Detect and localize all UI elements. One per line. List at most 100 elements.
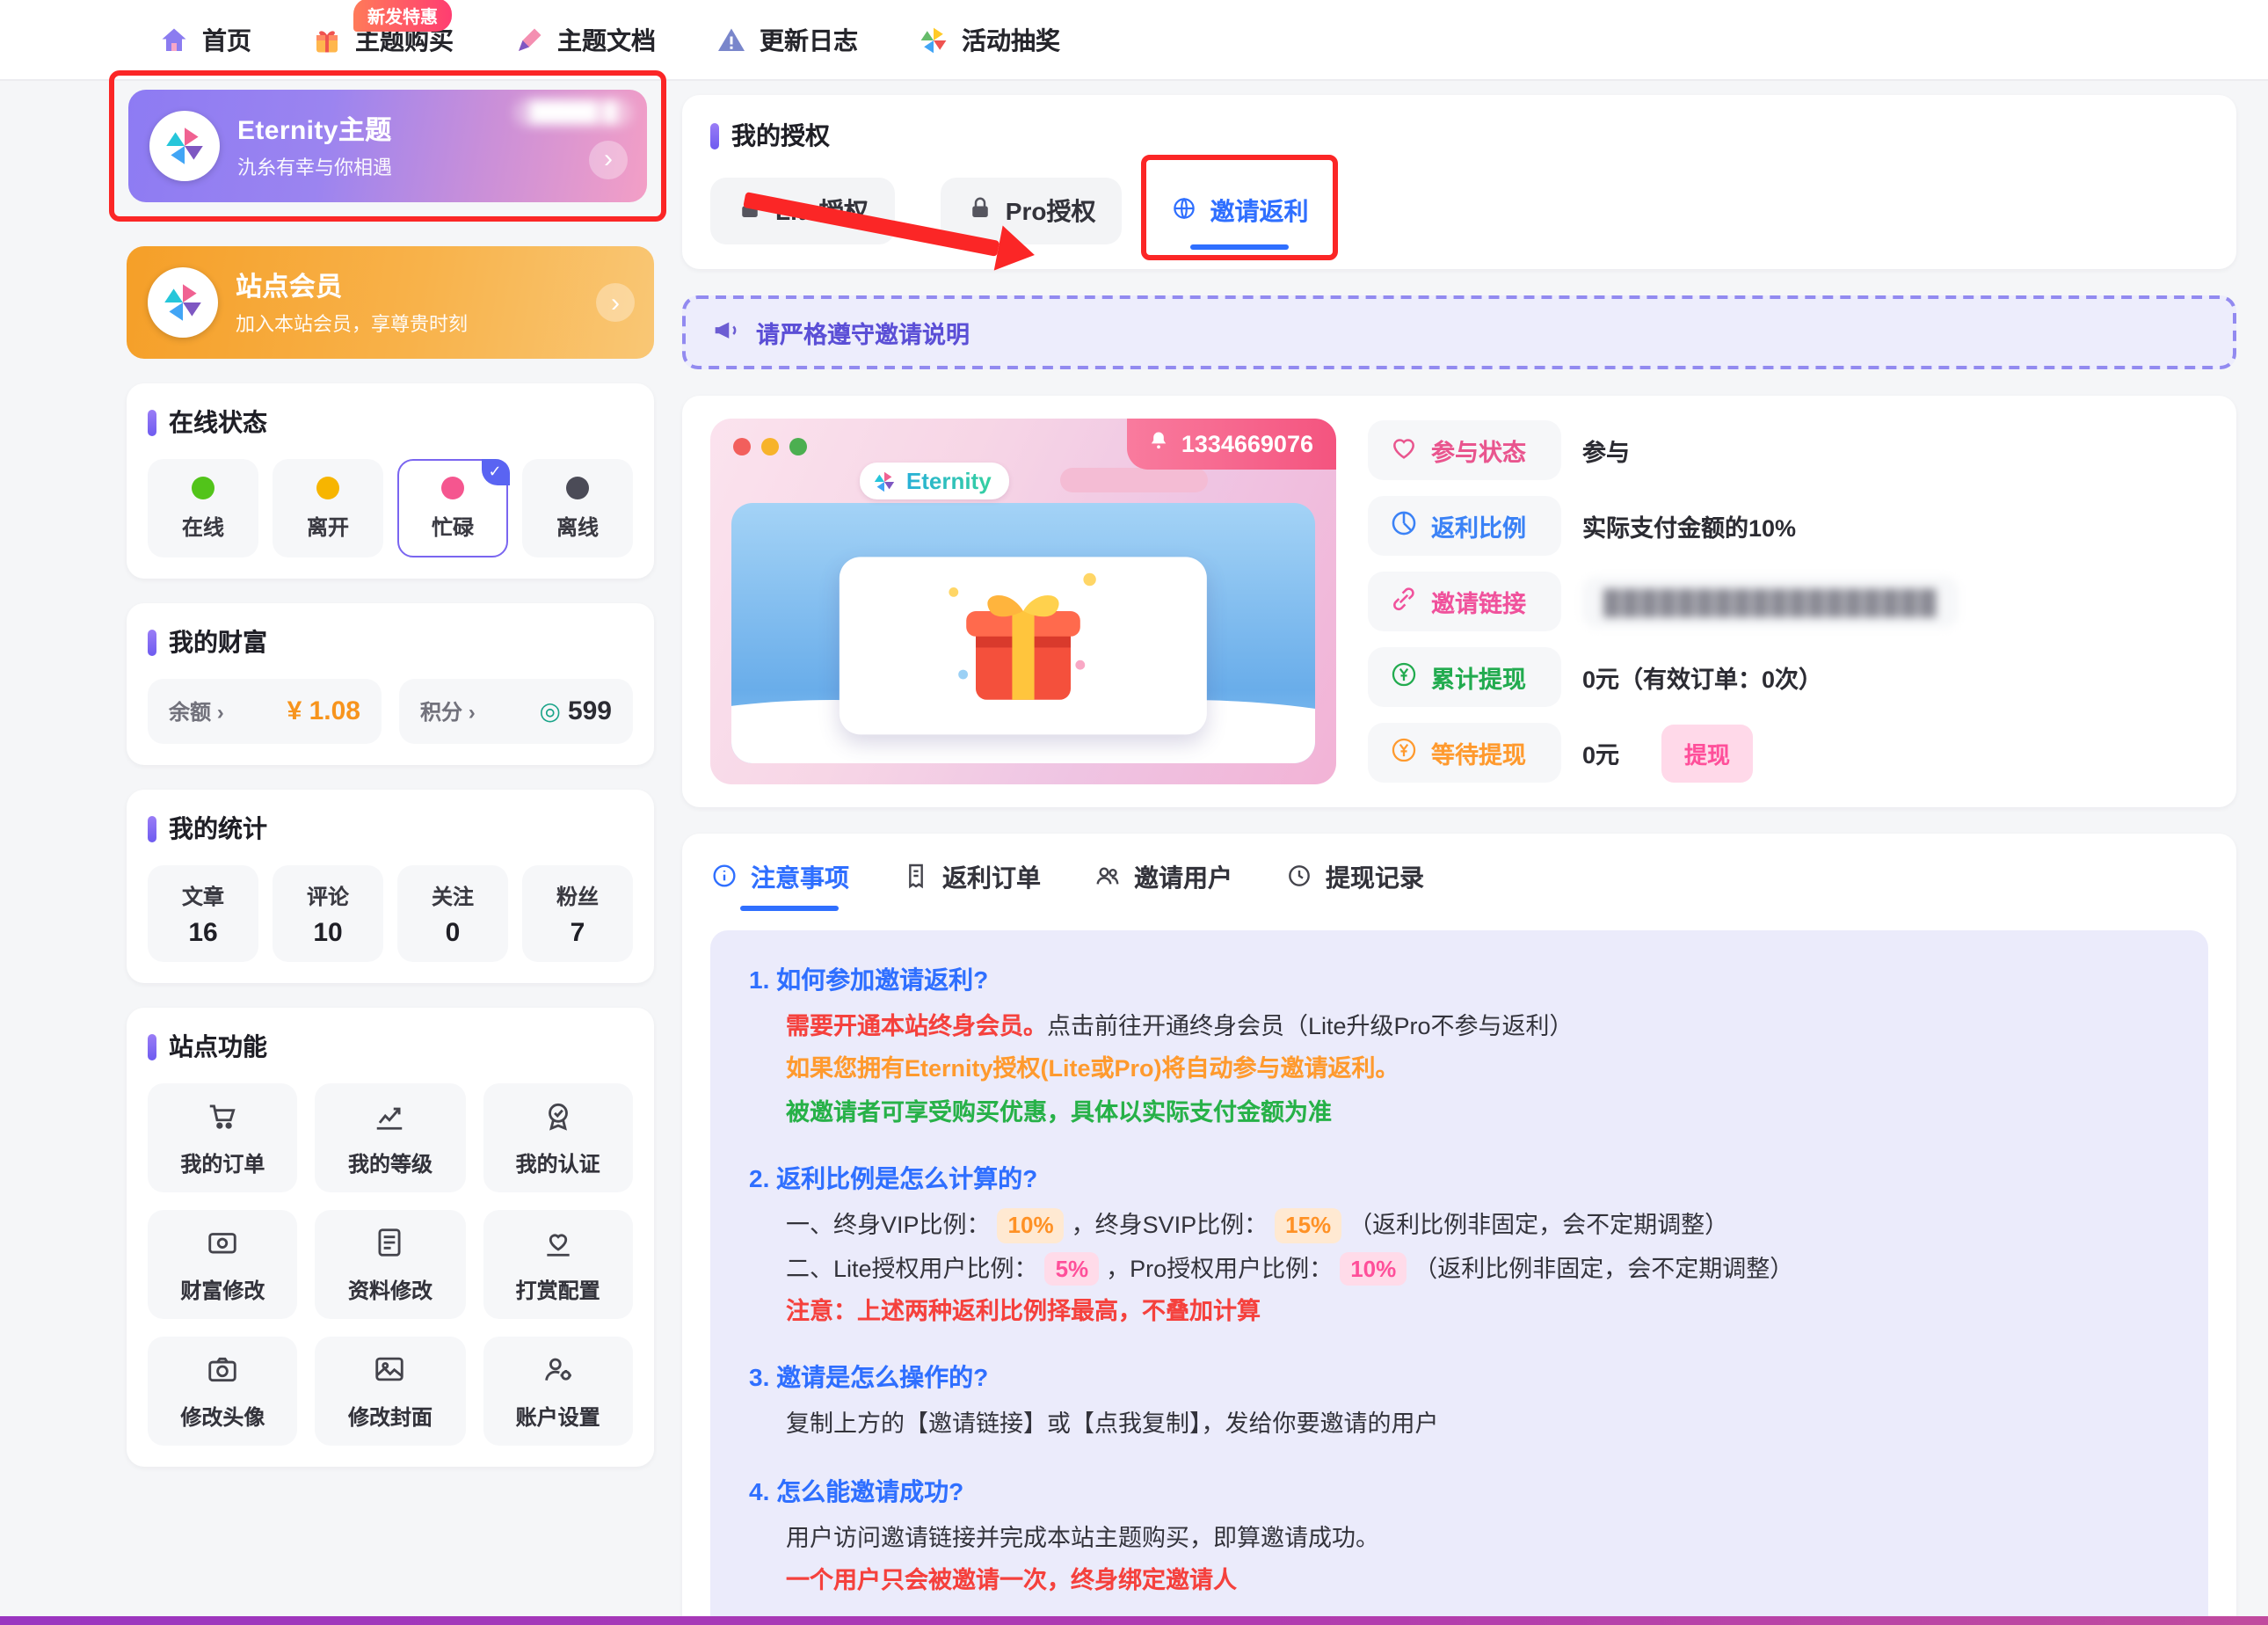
tab-lite-license[interactable]: Lite授权 (710, 178, 895, 244)
main-column: 我的授权 Lite授权 Pro授权 邀请返利 (682, 95, 2236, 1625)
eternity-wordmark: Eternity (861, 463, 1009, 499)
link-icon (1389, 584, 1419, 619)
tab-rebate-orders[interactable]: 返利订单 (902, 860, 1041, 913)
lock-icon (737, 195, 763, 227)
func-change-avatar[interactable]: 修改头像 (148, 1337, 298, 1446)
invite-detail-card: 注意事项 返利订单 邀请用户 提现记录 (682, 834, 2236, 1625)
image-icon (374, 1352, 407, 1390)
qq-contact-badge[interactable]: 1334669076 (1127, 419, 1336, 470)
status-option-busy-selected[interactable]: ✓ 忙碌 (397, 459, 508, 557)
points-value: ◎ 599 (540, 696, 613, 726)
nav-item-theme-docs[interactable]: 主题文档 (513, 22, 656, 57)
func-change-cover[interactable]: 修改封面 (316, 1337, 466, 1446)
tab-invited-users[interactable]: 邀请用户 (1094, 860, 1232, 913)
sidebar: Eternity主题 氿糸有幸与你相遇 █████ █ › 站点会员 加入本站会… (127, 95, 654, 1467)
tab-notes-active[interactable]: 注意事项 (710, 860, 849, 913)
status-option-offline[interactable]: 离线 (522, 459, 633, 557)
nav-label: 首页 (202, 22, 251, 57)
heart-icon (1389, 433, 1419, 468)
balance-box[interactable]: 余额 › ¥ 1.08 (148, 679, 382, 744)
participation-status-value: 参与 (1582, 420, 1651, 480)
rebate-ratio-value: 实际支付金额的10% (1582, 496, 1817, 556)
status-option-away[interactable]: 离开 (273, 459, 383, 557)
func-my-orders[interactable]: 我的订单 (148, 1083, 298, 1192)
faq-answer-line: 用户访问邀请链接并完成本站主题购买，即算邀请成功。 (786, 1518, 2170, 1561)
stat-posts[interactable]: 文章 16 (148, 865, 258, 962)
invite-info-card: 1334669076 Eternity (682, 396, 2236, 807)
stat-followers[interactable]: 粉丝 7 (522, 865, 633, 962)
functions-panel: 站点功能 我的订单 我的等级 我的认证 (127, 1008, 654, 1467)
nav-item-lottery[interactable]: 活动抽奖 (918, 22, 1060, 57)
invite-detail-rows: 参与状态 参与 返利比例 实际支付金额的10% (1368, 419, 2208, 784)
faq-answer-line: 一个用户只会被邀请一次，终身绑定邀请人 (786, 1560, 2170, 1603)
balance-label: 余额 › (169, 696, 224, 726)
nav-item-theme-buy[interactable]: 新发特惠 主题购买 (311, 22, 454, 57)
faq-answer-line: 二、Lite授权用户比例：5%，Pro授权用户比例：10%（返利比例非固定，会不… (786, 1248, 2170, 1291)
chevron-right-icon[interactable]: › (596, 283, 635, 322)
banknote-icon (206, 1225, 239, 1264)
points-box[interactable]: 积分 › ◎ 599 (399, 679, 633, 744)
invite-notice-banner[interactable]: 请严格遵守邀请说明 (682, 295, 2236, 369)
status-dot-gray (566, 477, 589, 499)
title-marker (148, 815, 156, 842)
stat-comments[interactable]: 评论 10 (273, 865, 383, 962)
row-rebate-ratio: 返利比例 实际支付金额的10% (1368, 496, 2208, 556)
eternity-logo-icon (149, 111, 220, 181)
page: 首页 新发特惠 主题购买 主题文档 更新日志 活动抽奖 (0, 0, 2268, 1625)
online-status-panel: 在线状态 在线 离开 ✓ 忙碌 (127, 383, 654, 579)
ratio-badge: 5% (1045, 1251, 1100, 1286)
member-card-subtitle: 加入本站会员，享尊贵时刻 (236, 310, 468, 338)
panel-title: 在线状态 (148, 404, 633, 440)
yen-circle-icon (1389, 735, 1419, 770)
status-option-online[interactable]: 在线 (148, 459, 258, 557)
func-profile-edit[interactable]: 资料修改 (316, 1210, 466, 1319)
ratio-badge: 10% (1340, 1251, 1407, 1286)
faq-answer-line: 需要开通本站终身会员。点击前往开通终身会员（Lite升级Pro不参与返利） (786, 1006, 2170, 1049)
func-wealth-edit[interactable]: 财富修改 (148, 1210, 298, 1319)
nav-item-changelog[interactable]: 更新日志 (716, 22, 858, 57)
pending-withdrawal-value: 0元 (1582, 723, 1640, 783)
title-marker (148, 409, 156, 435)
theme-card[interactable]: Eternity主题 氿糸有幸与你相遇 █████ █ › (128, 90, 647, 202)
title-marker (710, 122, 719, 149)
status-dot-green (192, 477, 214, 499)
home-icon (158, 24, 190, 55)
row-total-withdrawn: 累计提现 0元（有效订单：0次） (1368, 647, 2208, 707)
badge-check-icon (542, 1098, 575, 1137)
user-gear-icon (542, 1352, 575, 1390)
func-reward-config[interactable]: 打赏配置 (483, 1210, 633, 1319)
func-account-settings[interactable]: 账户设置 (483, 1337, 633, 1446)
theme-card-title: Eternity主题 (237, 111, 392, 148)
tab-pro-license[interactable]: Pro授权 (941, 178, 1123, 244)
ratio-badge: 10% (998, 1209, 1065, 1243)
eternity-logo-icon (148, 267, 218, 338)
stat-following[interactable]: 关注 0 (397, 865, 508, 962)
faq-item-4: 4. 怎么能邀请成功? 用户访问邀请链接并完成本站主题购买，即算邀请成功。 一个… (749, 1469, 2170, 1603)
pending-withdrawal-label: 等待提现 (1368, 723, 1561, 783)
member-card[interactable]: 站点会员 加入本站会员，享尊贵时刻 › (127, 246, 654, 359)
pie-chart-icon (1389, 508, 1419, 543)
faq-answer-line: 复制上方的【邀请链接】或【点我复制】，发给你要邀请的用户 (786, 1404, 2170, 1447)
nav-item-home[interactable]: 首页 (158, 22, 251, 57)
tab-withdraw-history[interactable]: 提现记录 (1285, 860, 1424, 913)
title-marker (148, 1033, 156, 1060)
withdraw-button[interactable]: 提现 (1661, 724, 1753, 782)
nav-label: 主题文档 (557, 22, 656, 57)
chevron-right-icon[interactable]: › (589, 140, 628, 179)
func-my-verification[interactable]: 我的认证 (483, 1083, 633, 1192)
new-sale-badge: 新发特惠 (353, 0, 452, 31)
rebate-ratio-label: 返利比例 (1368, 496, 1561, 556)
history-clock-icon (1285, 861, 1313, 894)
invite-link-value-masked[interactable]: ██████████████████ (1582, 576, 1959, 627)
invite-link-label: 邀请链接 (1368, 572, 1561, 631)
faq-answer-line: 如果您拥有Eternity授权(Lite或Pro)将自动参与邀请返利。 (786, 1049, 2170, 1092)
title-marker (148, 629, 156, 655)
tab-invite-rebate-active[interactable]: 邀请返利 (1167, 178, 1312, 244)
row-invite-link: 邀请链接 ██████████████████ (1368, 572, 2208, 631)
participation-status-label: 参与状态 (1368, 420, 1561, 480)
document-icon (374, 1225, 407, 1264)
faq-item-3: 3. 邀请是怎么操作的? 复制上方的【邀请链接】或【点我复制】，发给你要邀请的用… (749, 1356, 2170, 1446)
faq-answer-line: 一、终身VIP比例：10%，终身SVIP比例：15%（返利比例非固定，会不定期调… (786, 1206, 2170, 1249)
faq-question: 4. 怎么能邀请成功? (749, 1469, 2170, 1513)
func-my-level[interactable]: 我的等级 (316, 1083, 466, 1192)
